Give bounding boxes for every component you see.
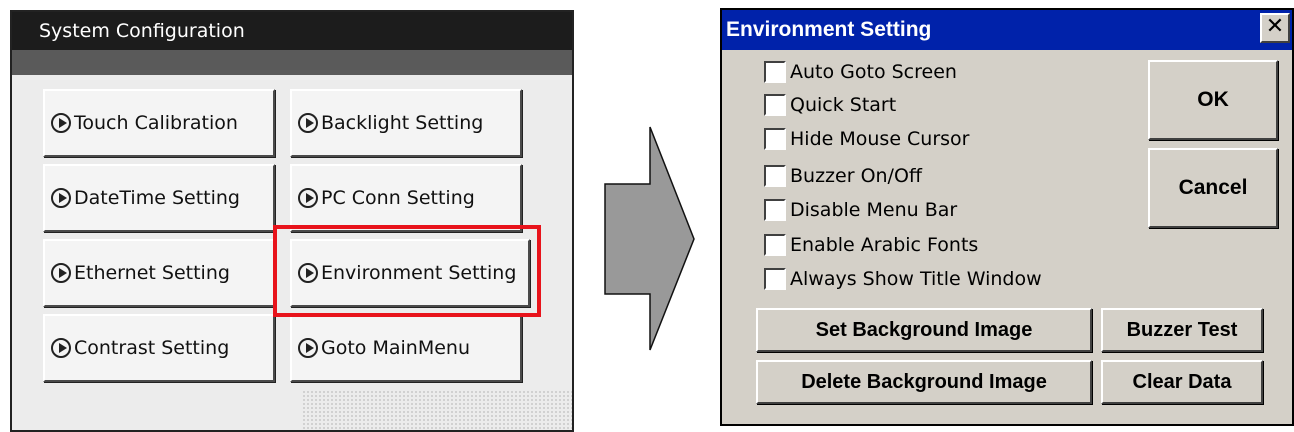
button-label: Backlight Setting [321,112,484,134]
touch-calibration-button[interactable]: Touch Calibration [43,89,275,157]
pc-conn-setting-button[interactable]: PC Conn Setting [290,164,522,232]
close-button[interactable]: ✕ [1260,13,1290,43]
clear-data-button[interactable]: Clear Data [1101,360,1263,404]
checkbox-label: Hide Mouse Cursor [790,128,970,150]
quick-start-option[interactable]: Quick Start [764,93,896,117]
checkbox-label: Auto Goto Screen [790,61,957,83]
system-configuration-title: System Configuration [12,12,572,50]
play-circle-icon [298,113,318,133]
delete-background-image-button[interactable]: Delete Background Image [756,360,1092,404]
always-show-title-window-option[interactable]: Always Show Title Window [764,267,1042,291]
dither-pattern [302,390,572,430]
button-label: PC Conn Setting [321,187,475,209]
checkbox-label: Enable Arabic Fonts [790,234,979,256]
play-circle-icon [298,188,318,208]
highlight-box [273,225,541,317]
environment-setting-dialog: Environment Setting ✕ Auto Goto Screen Q… [720,8,1294,426]
checkbox-label: Disable Menu Bar [790,199,958,221]
play-circle-icon [51,188,71,208]
set-background-image-button[interactable]: Set Background Image [756,308,1092,352]
datetime-setting-button[interactable]: DateTime Setting [43,164,275,232]
backlight-setting-button[interactable]: Backlight Setting [290,89,522,157]
right-arrow-icon [604,126,695,351]
dialog-title: Environment Setting [726,18,932,41]
auto-goto-screen-option[interactable]: Auto Goto Screen [764,60,957,84]
checkbox[interactable] [764,94,786,116]
checkbox[interactable] [764,268,786,290]
checkbox[interactable] [764,128,786,150]
checkbox[interactable] [764,199,786,221]
buzzer-test-button[interactable]: Buzzer Test [1101,308,1263,352]
button-label: Goto MainMenu [321,337,470,359]
checkbox-label: Buzzer On/Off [790,165,923,187]
ok-button[interactable]: OK [1148,60,1278,140]
enable-arabic-fonts-option[interactable]: Enable Arabic Fonts [764,233,978,257]
buzzer-onoff-option[interactable]: Buzzer On/Off [764,164,922,188]
play-circle-icon [51,263,71,283]
dialog-title-bar: Environment Setting ✕ [722,10,1292,50]
button-label: Touch Calibration [74,112,238,134]
contrast-setting-button[interactable]: Contrast Setting [43,314,275,382]
checkbox-label: Quick Start [790,94,897,116]
disable-menu-bar-option[interactable]: Disable Menu Bar [764,198,957,222]
cancel-button[interactable]: Cancel [1148,148,1278,228]
checkbox[interactable] [764,165,786,187]
checkbox[interactable] [764,234,786,256]
checkbox-label: Always Show Title Window [790,268,1042,290]
button-label: Contrast Setting [74,337,230,359]
play-circle-icon [51,113,71,133]
button-label: DateTime Setting [74,187,240,209]
ethernet-setting-button[interactable]: Ethernet Setting [43,239,275,307]
goto-mainmenu-button[interactable]: Goto MainMenu [290,314,522,382]
button-label: Ethernet Setting [74,262,230,284]
system-configuration-panel: System Configuration Touch Calibration B… [10,10,574,432]
checkbox[interactable] [764,61,786,83]
hide-mouse-cursor-option[interactable]: Hide Mouse Cursor [764,127,970,151]
panel-header-bar [12,50,572,75]
play-circle-icon [298,338,318,358]
play-circle-icon [51,338,71,358]
